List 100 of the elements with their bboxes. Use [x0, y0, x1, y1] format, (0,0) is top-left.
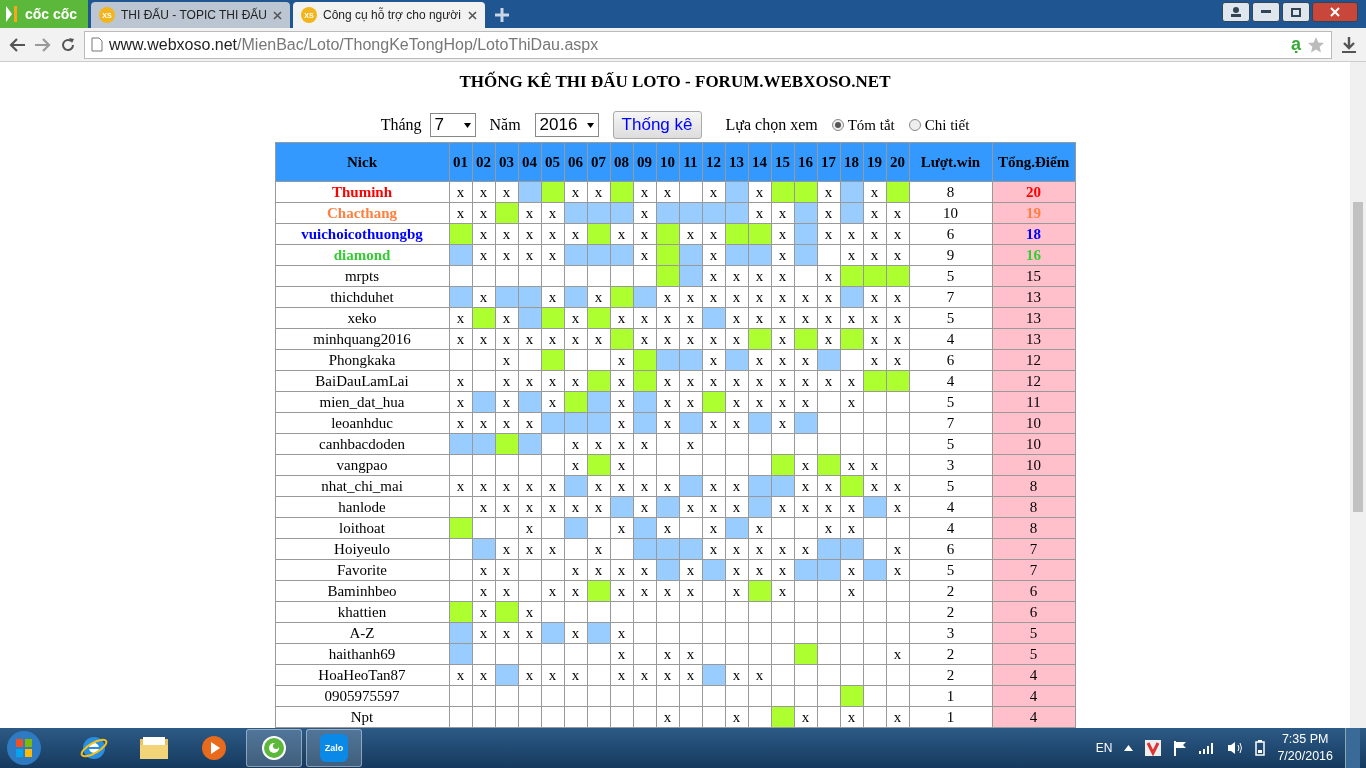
language-indicator[interactable]: EN — [1095, 741, 1113, 755]
nick-cell: leoanhduc — [275, 412, 449, 434]
table-cell: x — [449, 370, 472, 392]
table-cell: x — [794, 475, 817, 497]
table-cell: x — [633, 244, 656, 266]
month-select[interactable]: 7 — [429, 113, 476, 137]
table-cell: x — [702, 244, 725, 266]
table-cell: x — [564, 328, 587, 350]
wins-cell: 6 — [909, 349, 992, 371]
table-cell: x — [472, 580, 495, 602]
table-cell: x — [610, 307, 633, 329]
table-cell: x — [840, 706, 863, 728]
table-cell: x — [679, 286, 702, 308]
column-header: Nick — [275, 142, 449, 182]
table-cell: x — [748, 307, 771, 329]
table-cell: x — [679, 559, 702, 581]
table-cell: x — [863, 454, 886, 476]
volume-icon[interactable] — [1227, 741, 1244, 755]
caret-icon[interactable] — [587, 122, 594, 128]
close-icon[interactable] — [468, 10, 477, 20]
table-cell: x — [495, 580, 518, 602]
table-cell: x — [495, 349, 518, 371]
flag-icon[interactable] — [1173, 740, 1188, 756]
wins-cell: 2 — [909, 664, 992, 686]
table-cell: x — [633, 664, 656, 686]
radio-button[interactable] — [831, 119, 844, 131]
table-cell: x — [518, 622, 541, 644]
taskbar-button[interactable]: Zalo — [306, 729, 362, 767]
browser-leaf-icon[interactable] — [259, 733, 289, 763]
table-cell: x — [748, 286, 771, 308]
start-icon[interactable] — [6, 730, 42, 766]
table-cell: x — [541, 580, 564, 602]
year-label: Năm — [489, 116, 521, 134]
folder-icon[interactable] — [139, 735, 169, 761]
show-hidden-icon[interactable] — [1124, 745, 1134, 751]
scrollbar[interactable] — [1350, 62, 1366, 728]
nick-cell: diamond — [275, 244, 449, 266]
submit-button[interactable]: Thống kê — [612, 111, 702, 139]
table-cell: x — [472, 475, 495, 497]
nick-cell: loithoat — [275, 517, 449, 539]
table-cell: x — [541, 664, 564, 686]
table-cell: x — [495, 412, 518, 434]
battery-icon[interactable] — [1255, 740, 1266, 756]
zalo-icon[interactable]: Zalo — [320, 734, 348, 762]
reload-icon[interactable] — [60, 36, 76, 53]
forward-icon[interactable] — [34, 36, 52, 53]
table-cell: x — [794, 454, 817, 476]
taskbar-button[interactable] — [246, 729, 302, 767]
column-header: 19 — [863, 142, 886, 182]
table-cell: x — [702, 538, 725, 560]
wins-cell: 7 — [909, 412, 992, 434]
column-header: 15 — [771, 142, 794, 182]
table-cell: x — [656, 475, 679, 497]
signal-icon[interactable] — [1199, 742, 1216, 754]
radio-button[interactable] — [908, 119, 921, 131]
table-cell: x — [610, 622, 633, 644]
minimize-icon[interactable] — [1261, 10, 1271, 14]
play-icon[interactable] — [200, 734, 228, 762]
caret-icon[interactable] — [463, 122, 471, 128]
table-cell: x — [771, 307, 794, 329]
table-cell: x — [886, 496, 909, 518]
column-header: 20 — [886, 142, 909, 182]
download-icon[interactable] — [1340, 35, 1358, 54]
app-tray-icon[interactable] — [1145, 740, 1162, 756]
wins-cell: 10 — [909, 202, 992, 224]
back-icon[interactable] — [8, 36, 26, 53]
nick-cell: 0905975597 — [275, 685, 449, 707]
table-cell: x — [472, 664, 495, 686]
table-cell: x — [840, 307, 863, 329]
table-cell: x — [702, 496, 725, 518]
year-select[interactable]: 2016 — [534, 113, 599, 137]
table-cell: x — [449, 181, 472, 203]
table-cell: x — [702, 286, 725, 308]
close-icon[interactable] — [273, 10, 282, 20]
minimize-button[interactable] — [1252, 2, 1280, 22]
star-icon[interactable] — [1307, 35, 1325, 54]
clock[interactable]: 7:35 PM 7/20/2016 — [1277, 731, 1333, 765]
table-cell: x — [679, 433, 702, 455]
table-cell: x — [495, 328, 518, 350]
nick-cell: BaiDauLamLai — [275, 370, 449, 392]
table-cell: x — [633, 181, 656, 203]
person-icon[interactable] — [1230, 7, 1242, 17]
maximize-button[interactable] — [1282, 2, 1310, 22]
table-cell: x — [771, 412, 794, 434]
table-cell: x — [518, 223, 541, 245]
profile-button[interactable] — [1222, 2, 1250, 22]
table-cell: x — [610, 370, 633, 392]
maximize-icon[interactable] — [1291, 7, 1301, 17]
table-cell: x — [472, 286, 495, 308]
close-button[interactable] — [1312, 2, 1358, 22]
radio-label[interactable]: Chi tiết — [924, 116, 970, 134]
wins-cell: 5 — [909, 265, 992, 287]
wins-cell: 2 — [909, 643, 992, 665]
address-bar[interactable]: www.webxoso.net/MienBac/Loto/ThongKeTongHop/LotoThiDau.aspx ạ — [84, 30, 1332, 59]
table-cell: x — [840, 580, 863, 602]
radio-label[interactable]: Tóm tắt — [847, 116, 895, 134]
table-cell: x — [702, 475, 725, 497]
new-tab-icon[interactable] — [493, 6, 511, 24]
table-cell: x — [564, 223, 587, 245]
table-cell: x — [472, 181, 495, 203]
